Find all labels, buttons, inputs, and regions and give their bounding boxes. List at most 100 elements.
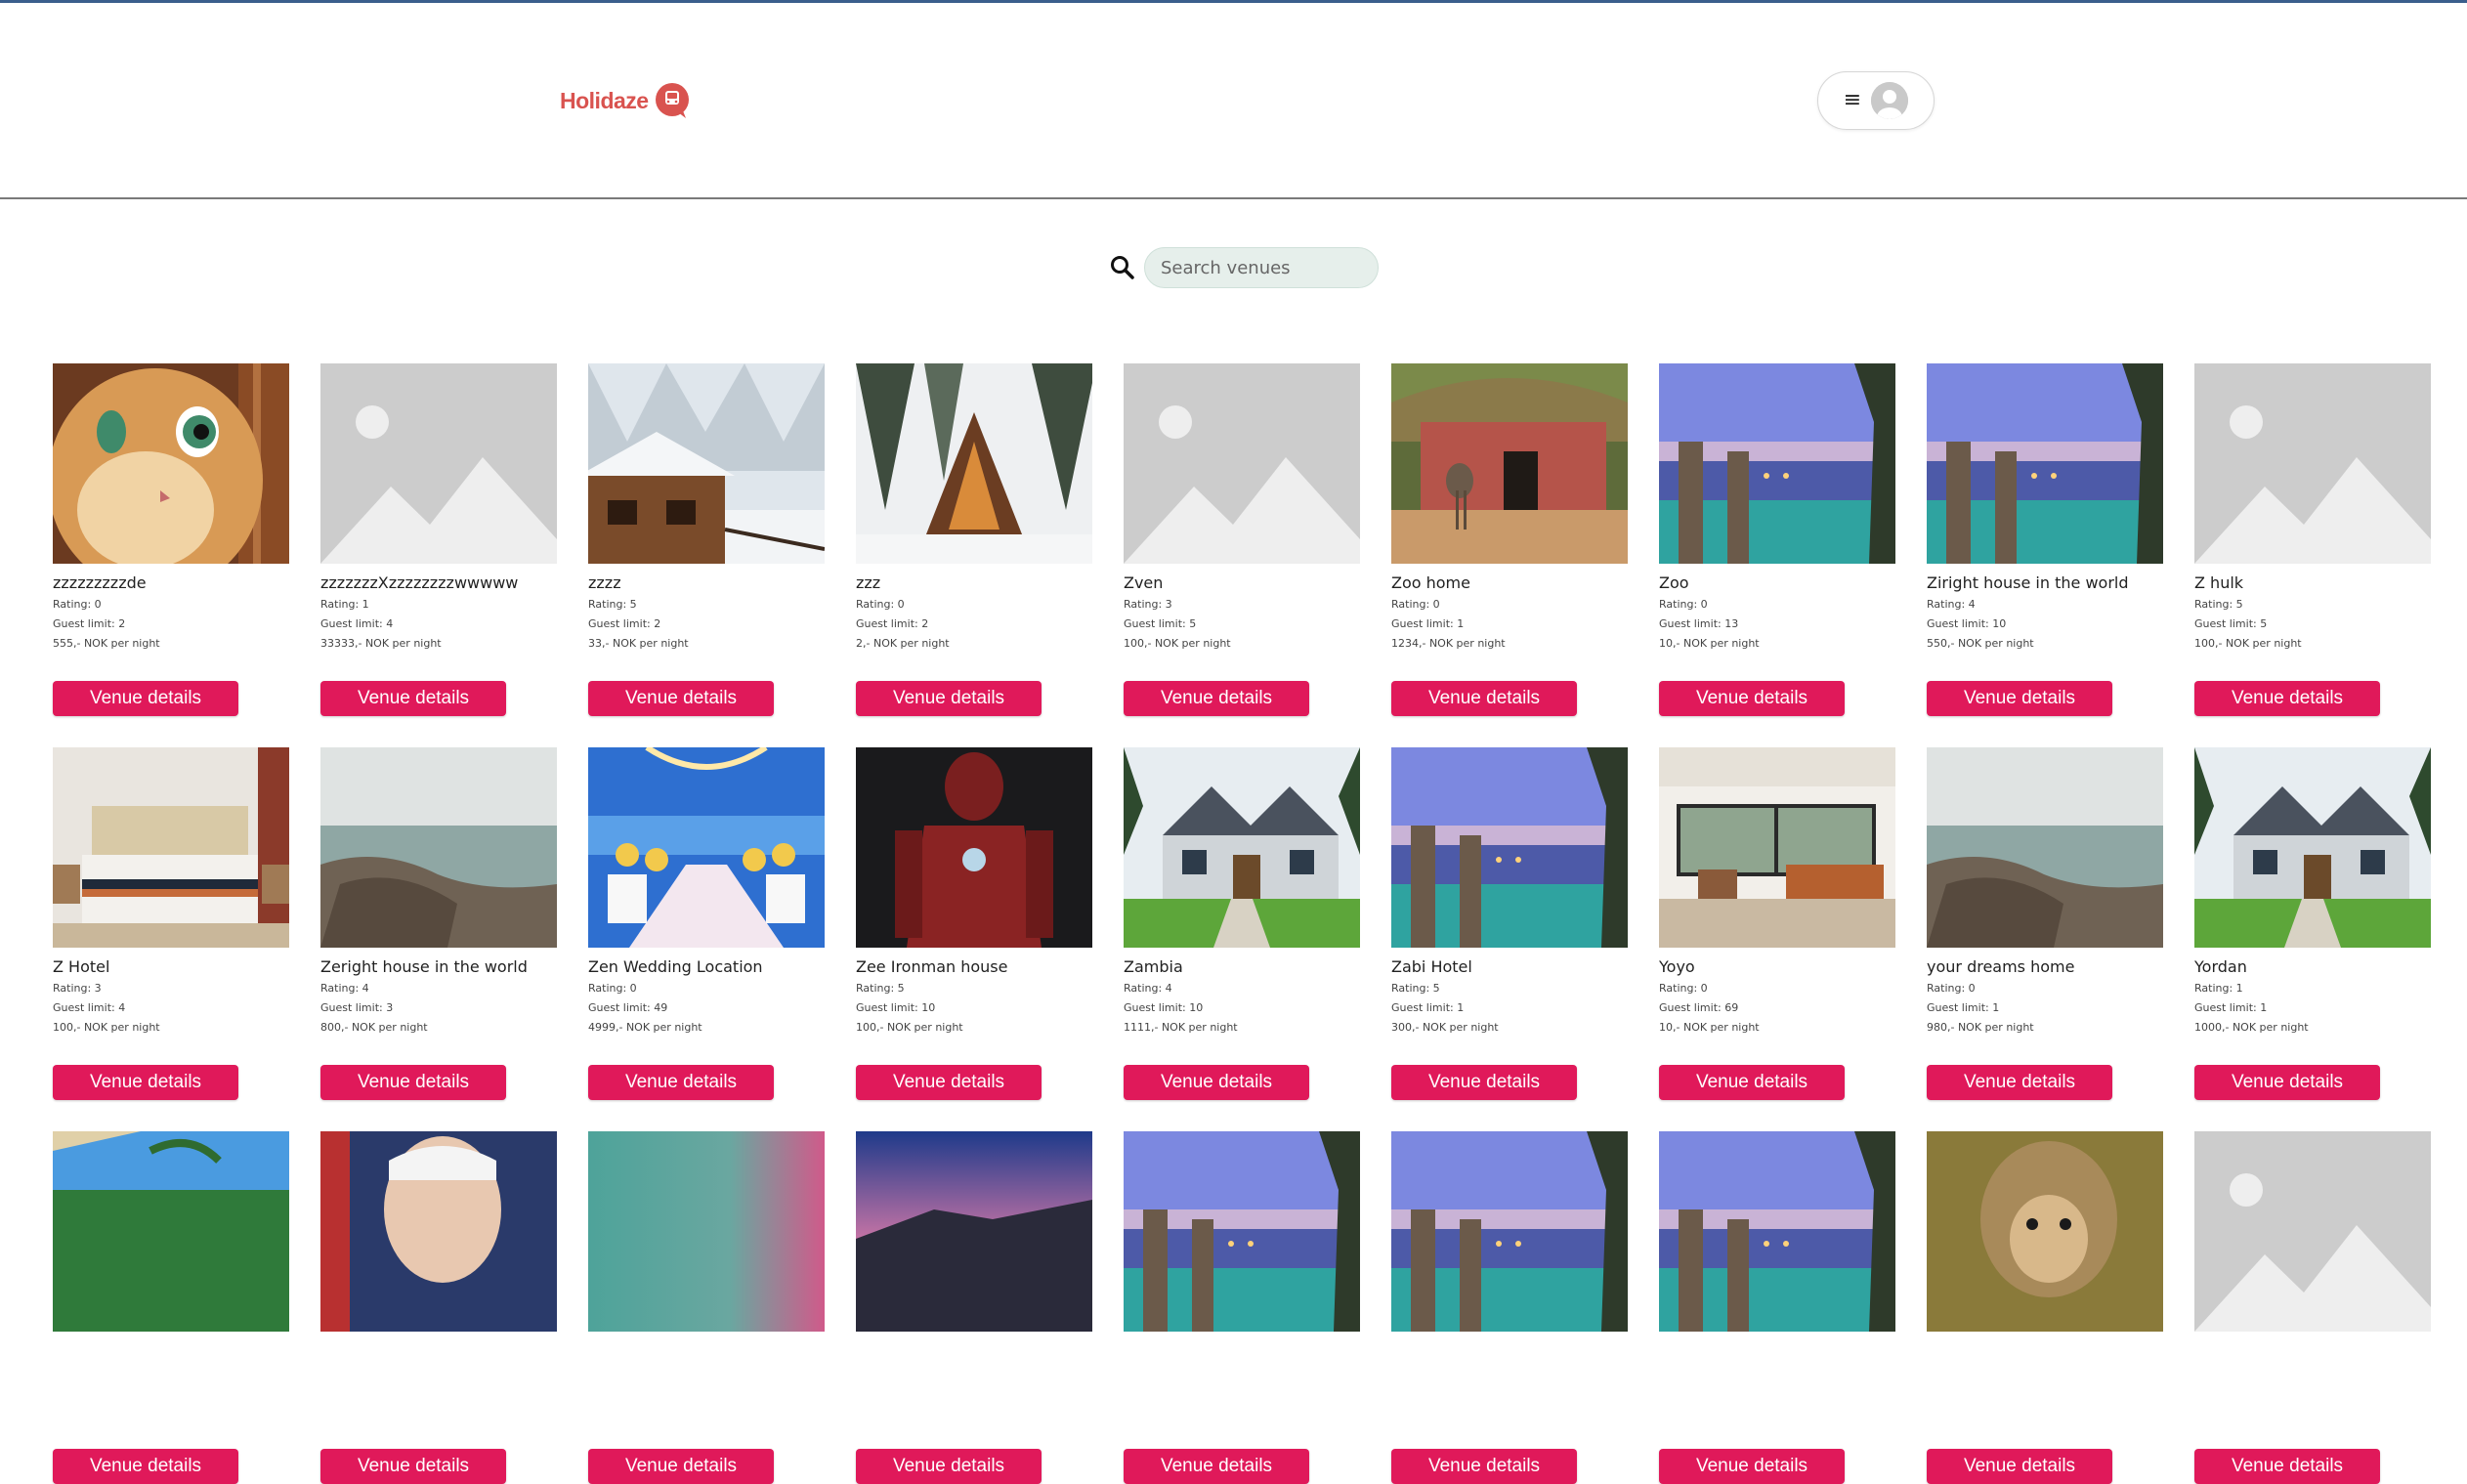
- venue-rating: Rating: 0: [1391, 598, 1440, 611]
- venue-guest-limit: [1391, 1384, 1628, 1400]
- venue-image[interactable]: [1659, 363, 1895, 564]
- venue-details-button[interactable]: Venue details: [856, 1449, 1042, 1484]
- venue-card: zzz Rating: 0 Guest limit: 2 2,- NOK per ni…: [856, 363, 1092, 716]
- venue-guest-limit: Guest limit: 69: [1659, 1001, 1739, 1014]
- venue-details-button[interactable]: Venue details: [53, 1449, 238, 1484]
- search-icon[interactable]: [1109, 254, 1136, 281]
- venue-image[interactable]: [320, 747, 557, 948]
- venue-details-button[interactable]: Venue details: [1124, 1449, 1309, 1484]
- venue-guest-limit: Guest limit: 3: [320, 1001, 394, 1014]
- venue-name: Zoo: [1659, 573, 1689, 592]
- venue-image[interactable]: [320, 1131, 557, 1332]
- venue-price: 33,- NOK per night: [588, 637, 689, 650]
- venue-details-button[interactable]: Venue details: [2194, 681, 2380, 716]
- venue-image[interactable]: [2194, 1131, 2431, 1332]
- venue-name: [856, 1341, 1092, 1361]
- venue-image[interactable]: [588, 363, 825, 564]
- venue-rating: Rating: 5: [588, 598, 637, 611]
- venue-details-button[interactable]: Venue details: [1391, 681, 1577, 716]
- venue-name: [588, 1341, 825, 1361]
- venue-image[interactable]: [588, 1131, 825, 1332]
- venue-image[interactable]: [1927, 1131, 2163, 1332]
- venue-details-button[interactable]: Venue details: [1391, 1449, 1577, 1484]
- venue-image[interactable]: [1124, 1131, 1360, 1332]
- venue-image[interactable]: [1659, 1131, 1895, 1332]
- venue-price: 555,- NOK per night: [53, 637, 160, 650]
- venue-image[interactable]: [1391, 747, 1628, 948]
- venue-details-button[interactable]: Venue details: [1659, 1065, 1845, 1100]
- venue-name: zzzz: [588, 573, 621, 592]
- venue-details-button[interactable]: Venue details: [588, 681, 774, 716]
- venue-image[interactable]: [1124, 747, 1360, 948]
- venue-details-button[interactable]: Venue details: [320, 1065, 506, 1100]
- venue-name: Yordan: [2194, 957, 2247, 976]
- venue-details-button[interactable]: Venue details: [320, 1449, 506, 1484]
- venue-price: 300,- NOK per night: [1391, 1021, 1499, 1034]
- venue-details-button[interactable]: Venue details: [588, 1065, 774, 1100]
- venue-image[interactable]: [1927, 747, 2163, 948]
- venue-rating: Rating: 3: [53, 982, 102, 995]
- venue-details-button[interactable]: Venue details: [856, 1065, 1042, 1100]
- venue-image[interactable]: [1927, 363, 2163, 564]
- venue-price: [1659, 1404, 1895, 1420]
- venue-card: Zeright house in the world Rating: 4 Guest…: [320, 747, 557, 1100]
- venue-rating: Rating: 0: [1659, 982, 1708, 995]
- venue-price: 10,- NOK per night: [1659, 637, 1760, 650]
- venue-rating: Rating: 0: [1927, 982, 1976, 995]
- venue-price: 100,- NOK per night: [856, 1021, 963, 1034]
- venue-image[interactable]: [856, 363, 1092, 564]
- venue-image[interactable]: [1391, 363, 1628, 564]
- venue-image[interactable]: [588, 747, 825, 948]
- user-menu-button[interactable]: ≡: [1817, 71, 1935, 130]
- venue-price: [53, 1404, 289, 1420]
- venue-image[interactable]: [2194, 363, 2431, 564]
- venue-image[interactable]: [1659, 747, 1895, 948]
- venue-price: [588, 1404, 825, 1420]
- venue-rating: [588, 1365, 825, 1380]
- venue-image[interactable]: [53, 363, 289, 564]
- venue-details-button[interactable]: Venue details: [1927, 1065, 2112, 1100]
- venue-name: Zeright house in the world: [320, 957, 528, 976]
- venue-name: Zabi Hotel: [1391, 957, 1472, 976]
- venue-details-button[interactable]: Venue details: [1124, 1065, 1309, 1100]
- venue-details-button[interactable]: Venue details: [588, 1449, 774, 1484]
- venue-details-button[interactable]: Venue details: [2194, 1449, 2380, 1484]
- venue-card: Zen Wedding Location Rating: 0 Guest limit…: [588, 747, 825, 1100]
- venue-details-button[interactable]: Venue details: [1659, 681, 1845, 716]
- venue-image[interactable]: [1124, 363, 1360, 564]
- venue-price: [1391, 1404, 1628, 1420]
- venue-details-button[interactable]: Venue details: [856, 681, 1042, 716]
- venue-rating: Rating: 4: [1124, 982, 1172, 995]
- search-input[interactable]: [1144, 247, 1379, 288]
- venue-price: 2,- NOK per night: [856, 637, 950, 650]
- venue-rating: [1124, 1365, 1360, 1380]
- venue-price: [1927, 1404, 2163, 1420]
- venue-price: 4999,- NOK per night: [588, 1021, 702, 1034]
- venue-details-button[interactable]: Venue details: [320, 681, 506, 716]
- venue-details-button[interactable]: Venue details: [1927, 681, 2112, 716]
- venue-image[interactable]: [856, 747, 1092, 948]
- venue-details-button[interactable]: Venue details: [53, 1065, 238, 1100]
- avatar: [1871, 82, 1909, 119]
- venue-guest-limit: Guest limit: 10: [1124, 1001, 1204, 1014]
- venue-image[interactable]: [2194, 747, 2431, 948]
- venue-price: 100,- NOK per night: [2194, 637, 2302, 650]
- venue-image[interactable]: [53, 747, 289, 948]
- venue-image[interactable]: [53, 1131, 289, 1332]
- venue-details-button[interactable]: Venue details: [1659, 1449, 1845, 1484]
- venue-price: 100,- NOK per night: [53, 1021, 160, 1034]
- venue-rating: Rating: 0: [1659, 598, 1708, 611]
- holidaze-logo[interactable]: Holidaze: [560, 81, 692, 120]
- venue-details-button[interactable]: Venue details: [1927, 1449, 2112, 1484]
- venue-card: Venue details: [2194, 1131, 2431, 1484]
- venue-details-button[interactable]: Venue details: [2194, 1065, 2380, 1100]
- venue-image[interactable]: [1391, 1131, 1628, 1332]
- venue-details-button[interactable]: Venue details: [1391, 1065, 1577, 1100]
- venue-price: 980,- NOK per night: [1927, 1021, 2034, 1034]
- venue-image[interactable]: [856, 1131, 1092, 1332]
- venue-price: [320, 1404, 557, 1420]
- venue-details-button[interactable]: Venue details: [1124, 681, 1309, 716]
- venue-card: your dreams home Rating: 0 Guest limit: 1 9…: [1927, 747, 2163, 1100]
- venue-image[interactable]: [320, 363, 557, 564]
- venue-details-button[interactable]: Venue details: [53, 681, 238, 716]
